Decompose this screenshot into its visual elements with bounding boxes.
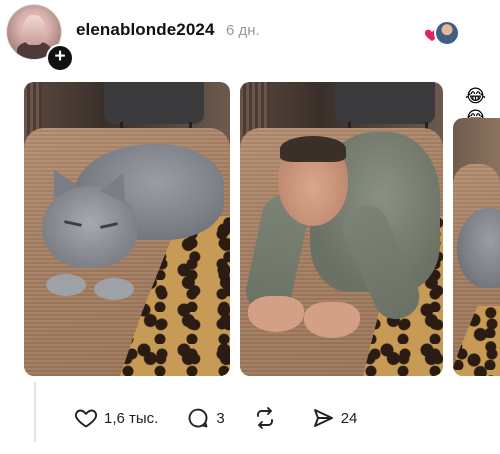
author-username[interactable]: elenablonde2024	[76, 20, 215, 40]
reply-button[interactable]: 3	[186, 406, 225, 430]
share-count: 24	[340, 409, 358, 427]
repost-arrows-icon	[256, 407, 273, 429]
like-count: 1,6 тыс.	[104, 409, 159, 427]
like-button[interactable]: 1,6 тыс.	[74, 406, 158, 430]
post-root: + elenablonde2024 6 дн. 😂 1,6 тыс. 3 24	[0, 0, 500, 454]
carousel-image-cat[interactable]	[24, 82, 230, 376]
share-button[interactable]: 24	[311, 406, 358, 430]
reply-count: 3	[216, 409, 225, 427]
action-bar: 1,6 тыс. 3 24	[74, 402, 385, 434]
repost-button[interactable]	[253, 406, 283, 430]
liker-avatar[interactable]	[434, 20, 460, 46]
speech-bubble-icon	[188, 408, 208, 428]
carousel-image-man[interactable]	[240, 82, 443, 376]
heart-outline-icon	[74, 409, 98, 428]
post-timestamp: 6 дн.	[226, 22, 260, 39]
author-avatar-wrap[interactable]: +	[6, 4, 74, 72]
follow-button[interactable]: +	[46, 44, 74, 72]
send-arrow-icon	[313, 409, 333, 427]
carousel-image-next[interactable]	[453, 118, 500, 376]
thread-line	[34, 382, 36, 442]
